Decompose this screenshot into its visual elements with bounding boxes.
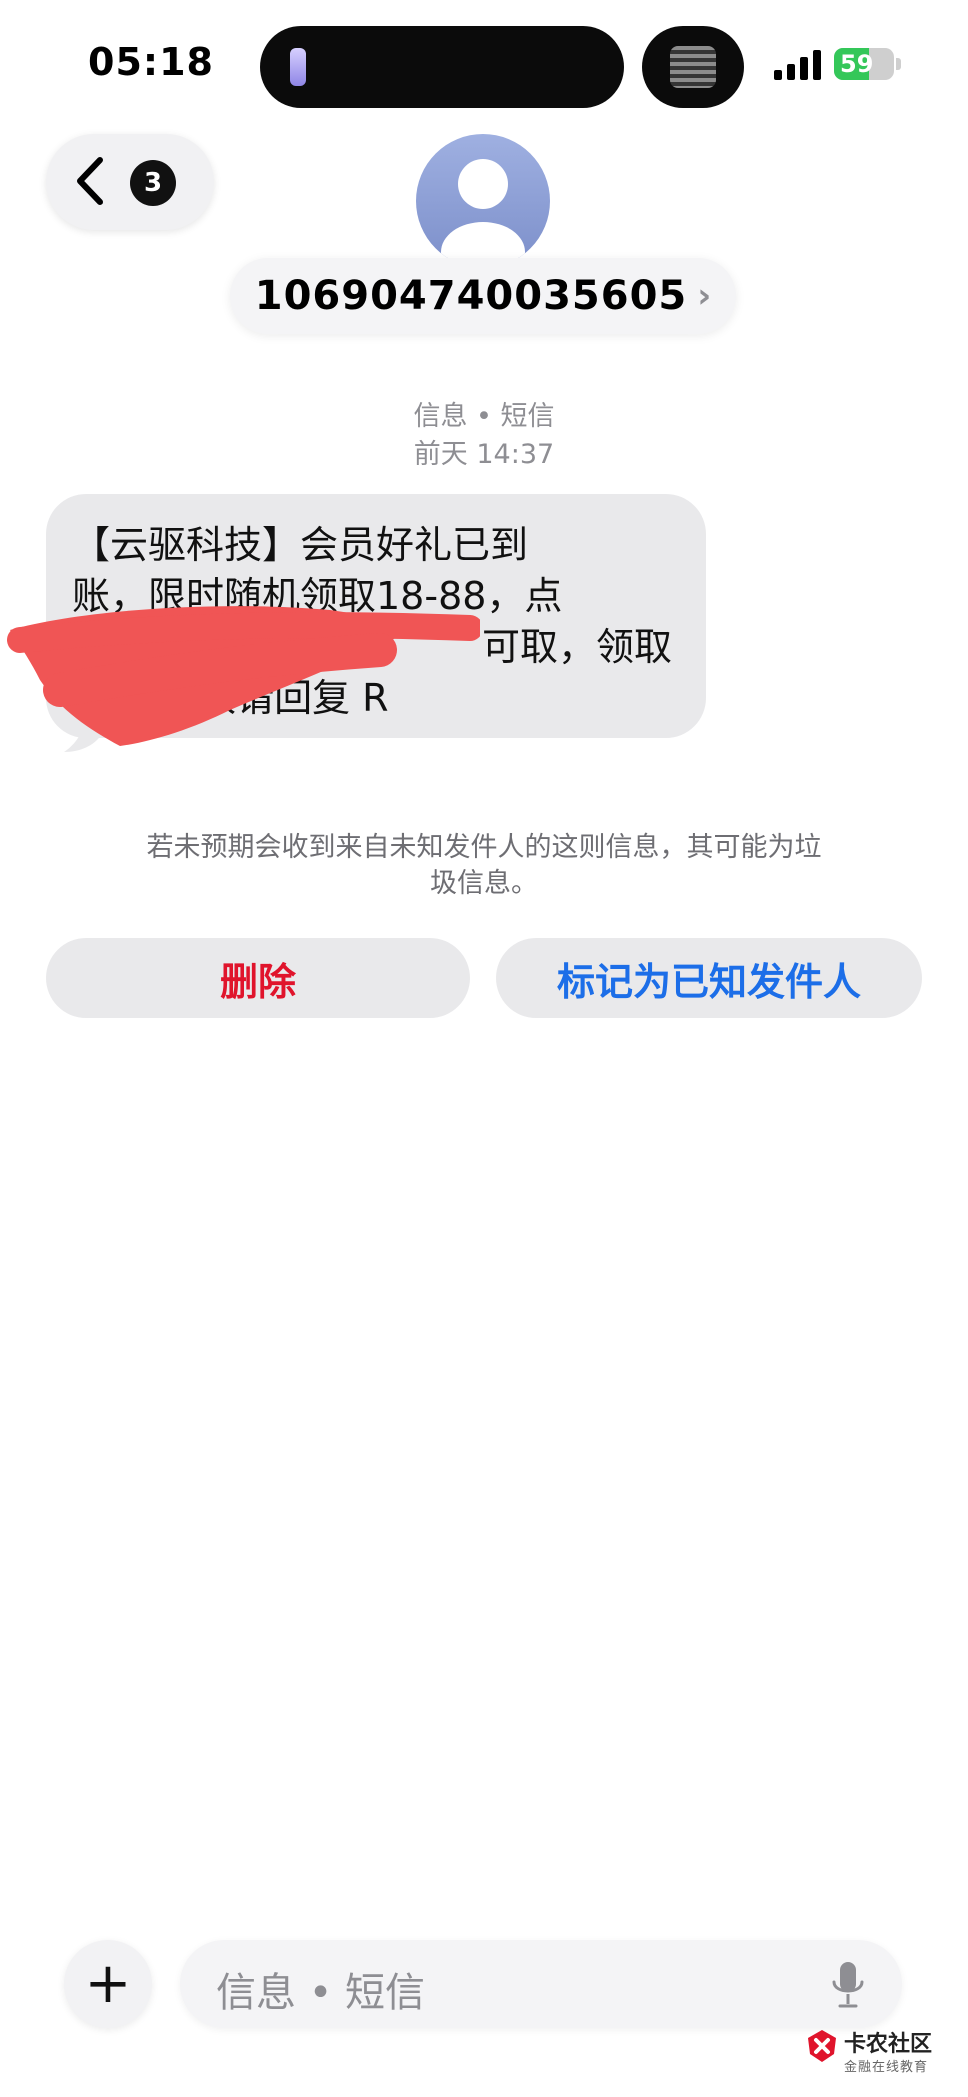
message-timestamp: 前天 14:37 — [413, 439, 555, 470]
message-input[interactable]: 信息 • 短信 — [180, 1940, 902, 2028]
live-activity-island — [642, 26, 744, 108]
unread-count-badge: 3 — [130, 160, 176, 206]
contact-avatar[interactable] — [416, 134, 550, 268]
back-button[interactable]: 3 — [46, 134, 214, 230]
message-line: 【云驱科技】会员好礼已到 — [72, 523, 529, 567]
mark-as-known-sender-button[interactable]: 标记为已知发件人 — [496, 938, 922, 1018]
battery-percent: 59 — [840, 50, 874, 78]
chevron-right-icon: › — [697, 276, 712, 316]
contact-number: 106904740035605 — [254, 273, 688, 319]
delete-button[interactable]: 删除 — [46, 938, 470, 1018]
contact-name-button[interactable]: 106904740035605 › — [230, 258, 736, 334]
add-attachment-button[interactable]: + — [64, 1940, 152, 2028]
battery-icon: 59 — [834, 48, 894, 80]
watermark-logo-icon — [808, 2030, 836, 2062]
watermark: 卡农社区 金融在线教育 — [800, 2022, 968, 2082]
watermark-title: 卡农社区 — [844, 2032, 933, 2057]
spam-warning-text: 若未预期会收到来自未知发件人的这则信息，其可能为垃圾信息。 — [146, 832, 822, 899]
microphone-icon[interactable] — [830, 1960, 866, 2010]
battery-cap — [896, 58, 901, 70]
redaction-scribble — [7, 606, 480, 746]
message-input-placeholder: 信息 • 短信 — [216, 1970, 426, 2016]
status-time: 05:18 — [88, 40, 214, 84]
plus-icon: + — [84, 1951, 132, 2016]
flashlight-icon — [290, 48, 306, 86]
chevron-left-icon — [77, 157, 103, 205]
live-activity-thumbnail — [670, 46, 716, 88]
message-channel-label: 信息 • 短信 — [413, 401, 555, 432]
cellular-signal-icon — [774, 48, 822, 80]
watermark-subtitle: 金融在线教育 — [844, 2060, 929, 2075]
person-silhouette-icon — [441, 159, 525, 268]
dynamic-island — [260, 26, 624, 108]
